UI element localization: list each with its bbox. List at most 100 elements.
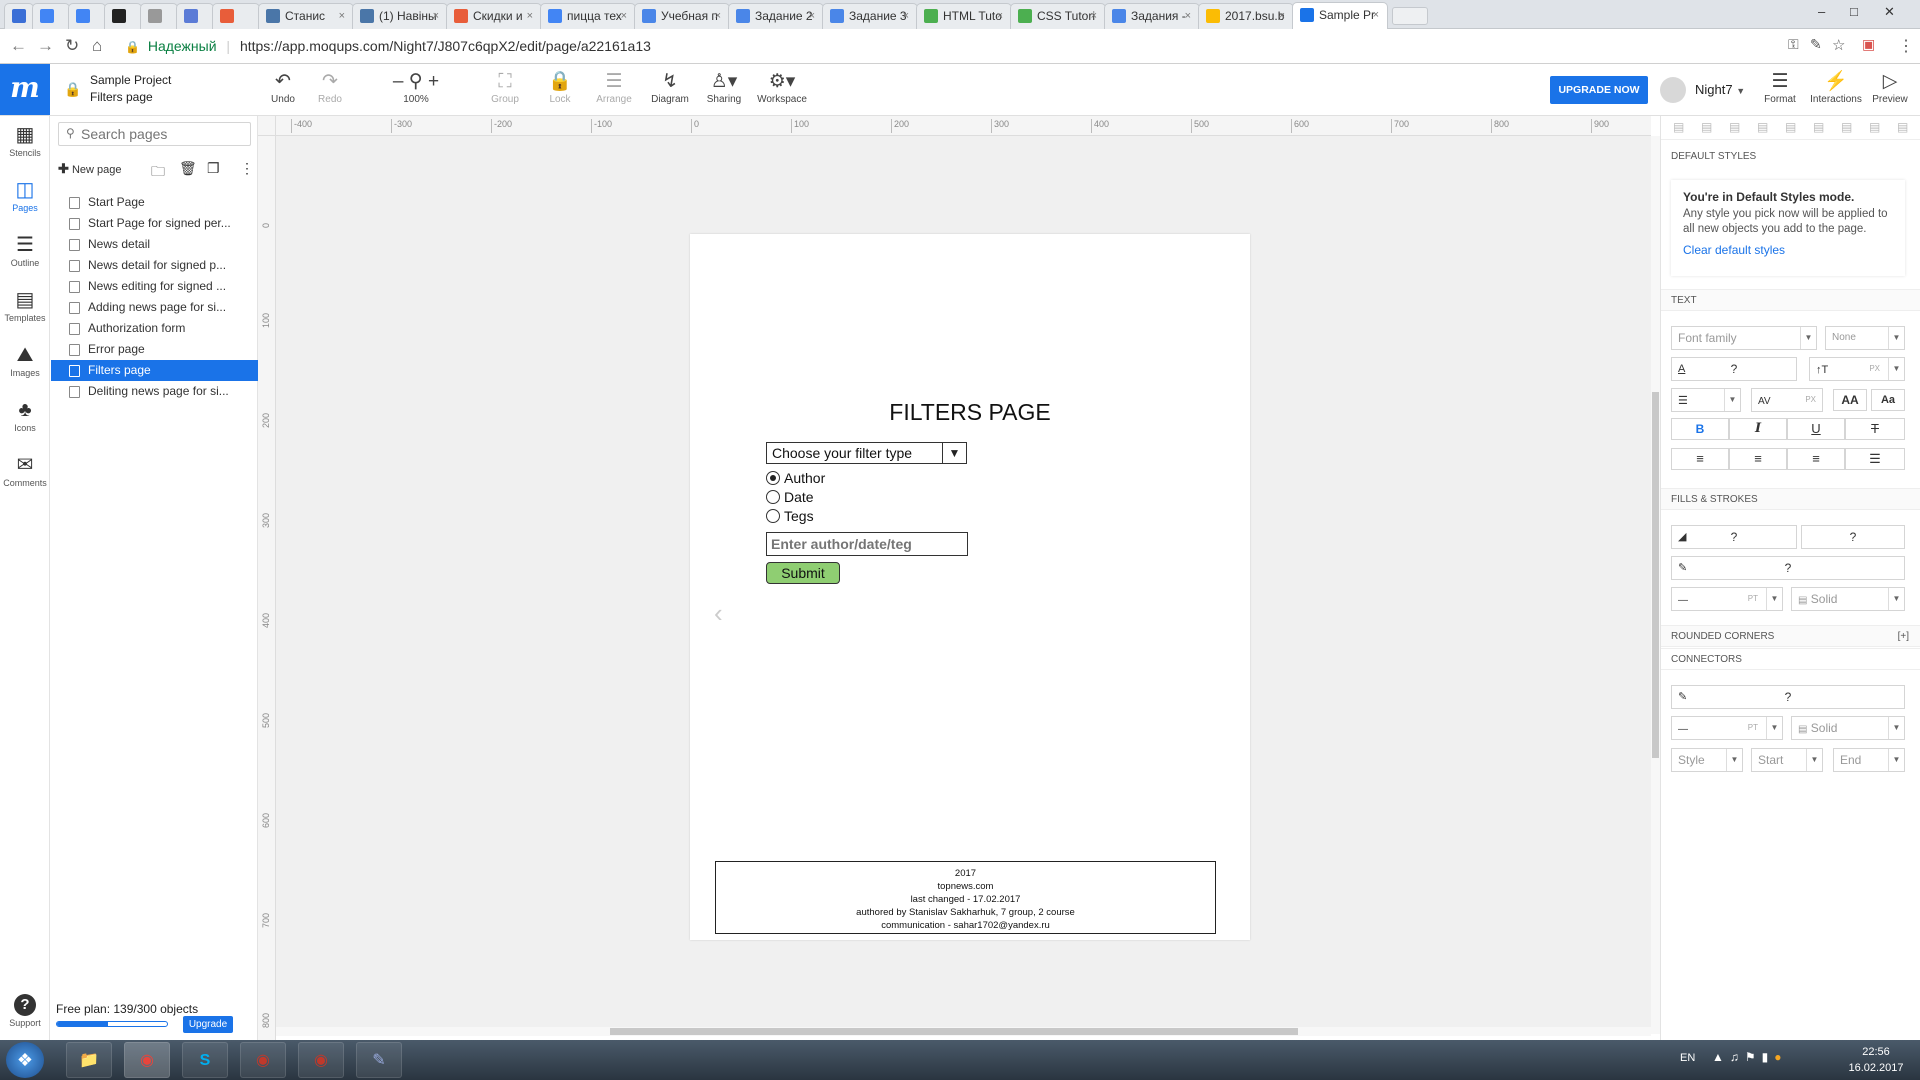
stroke-style-select[interactable]: ▤ Solid ▼ bbox=[1791, 587, 1905, 611]
upgrade-button[interactable]: Upgrade bbox=[183, 1016, 233, 1033]
page-title[interactable]: FILTERS PAGE bbox=[690, 399, 1250, 426]
browser-tab[interactable] bbox=[68, 3, 106, 29]
close-tab-icon[interactable]: × bbox=[433, 4, 439, 28]
rounded-corners-toggle[interactable]: [+] bbox=[1898, 626, 1909, 648]
close-window-icon[interactable]: ✕ bbox=[1884, 4, 1895, 20]
menu-icon[interactable]: ⋮ bbox=[1898, 36, 1914, 56]
new-page-button[interactable]: ✚ New page bbox=[58, 159, 122, 179]
app-logo[interactable]: m bbox=[0, 64, 50, 115]
strikethrough-button[interactable]: T bbox=[1845, 418, 1905, 440]
filter-radio-option[interactable]: Tegs bbox=[766, 508, 814, 526]
redo-button[interactable]: ↷ Redo bbox=[315, 70, 345, 105]
uppercase-button[interactable]: AA bbox=[1833, 389, 1867, 411]
taskbar-skype[interactable]: S bbox=[182, 1042, 228, 1078]
close-tab-icon[interactable]: × bbox=[997, 4, 1003, 28]
taskbar-paint[interactable]: ✎ bbox=[356, 1042, 402, 1078]
vertical-scroll-thumb[interactable] bbox=[1652, 392, 1659, 758]
forward-icon[interactable]: → bbox=[37, 36, 54, 56]
bold-button[interactable]: B bbox=[1671, 418, 1729, 440]
rail-comments[interactable]: ✉ Comments bbox=[0, 452, 50, 488]
browser-tab[interactable] bbox=[140, 3, 178, 29]
underline-button[interactable]: U bbox=[1787, 418, 1845, 440]
browser-tab[interactable]: 2017.bsu.b × bbox=[1198, 3, 1294, 29]
browser-tab[interactable]: Станис × bbox=[258, 3, 354, 29]
upgrade-now-button[interactable]: UPGRADE NOW bbox=[1550, 76, 1648, 104]
page-list-item[interactable]: Authorization form bbox=[51, 318, 258, 339]
close-tab-icon[interactable]: × bbox=[527, 4, 533, 28]
letter-spacing-field[interactable]: AV PX bbox=[1751, 388, 1823, 412]
page-list-item[interactable]: News detail for signed p... bbox=[51, 255, 258, 276]
user-menu[interactable]: Night7 ▼ bbox=[1695, 82, 1745, 97]
new-folder-icon[interactable]: 🗀 bbox=[151, 161, 165, 185]
rounded-corners-heading[interactable]: ROUNDED CORNERS [+] bbox=[1661, 625, 1920, 647]
page-list-item[interactable]: News editing for signed ... bbox=[51, 276, 258, 297]
fill-color-picker[interactable]: ◢? bbox=[1671, 525, 1797, 549]
text-color-picker[interactable]: A? bbox=[1671, 357, 1797, 381]
project-name[interactable]: Sample Project bbox=[90, 73, 171, 87]
duplicate-icon[interactable]: ❐ bbox=[207, 160, 220, 177]
home-icon[interactable]: ⌂ bbox=[92, 36, 102, 56]
reload-icon[interactable]: ↻ bbox=[65, 36, 79, 56]
browser-tab[interactable]: Учебная п × bbox=[634, 3, 730, 29]
browser-tab[interactable]: Задание 2 × bbox=[728, 3, 824, 29]
close-tab-icon[interactable]: × bbox=[903, 4, 909, 28]
align-center-icon[interactable]: ▤ bbox=[1701, 120, 1712, 134]
new-tab-button[interactable] bbox=[1392, 7, 1428, 25]
undo-button[interactable]: ↶ Undo bbox=[268, 70, 298, 105]
filter-type-select[interactable]: Choose your filter type ▼ bbox=[766, 442, 967, 464]
filter-input[interactable] bbox=[771, 535, 961, 553]
font-weight-select[interactable]: None ▼ bbox=[1825, 326, 1905, 350]
start-button[interactable]: ❖ bbox=[6, 1042, 44, 1078]
translate-icon[interactable]: ✎ bbox=[1810, 36, 1822, 53]
align-top-icon[interactable]: ▤ bbox=[1757, 120, 1768, 134]
browser-tab[interactable]: (1) Навіны × bbox=[352, 3, 448, 29]
rail-outline[interactable]: ☰ Outline bbox=[0, 232, 50, 268]
page-list-item[interactable]: Deliting news page for si... bbox=[51, 381, 258, 402]
browser-tab[interactable] bbox=[32, 3, 70, 29]
taskbar-explorer[interactable]: 📁 bbox=[66, 1042, 112, 1078]
minimize-icon[interactable]: – bbox=[1818, 4, 1825, 19]
align-right-icon[interactable]: ▤ bbox=[1729, 120, 1740, 134]
filter-radio-option[interactable]: Date bbox=[766, 489, 814, 507]
close-tab-icon[interactable]: × bbox=[1091, 4, 1097, 28]
search-input[interactable] bbox=[81, 125, 246, 143]
capitalize-button[interactable]: Aa bbox=[1871, 389, 1905, 411]
align-text-left-button[interactable]: ≡ bbox=[1671, 448, 1729, 470]
distribute-horizontal-icon[interactable]: ▤ bbox=[1841, 120, 1852, 134]
rail-icons[interactable]: ♣ Icons bbox=[0, 397, 50, 433]
taskbar-gpu-tweak[interactable]: ◉ bbox=[240, 1042, 286, 1078]
browser-tab[interactable]: Sample Pr × bbox=[1292, 2, 1388, 30]
arrange-button[interactable]: ☰ Arrange bbox=[594, 70, 634, 105]
browser-tab[interactable] bbox=[212, 3, 260, 29]
preview-button[interactable]: ▷ Preview bbox=[1870, 70, 1910, 105]
browser-tab[interactable]: Задание 3 × bbox=[822, 3, 918, 29]
page-list-item[interactable]: Start Page bbox=[51, 192, 258, 213]
chevron-left-icon[interactable]: ‹ bbox=[714, 598, 723, 629]
close-tab-icon[interactable]: × bbox=[1279, 4, 1285, 28]
tray-icons[interactable]: ▲♫⚑▮● bbox=[1712, 1050, 1788, 1064]
browser-tab[interactable] bbox=[176, 3, 214, 29]
clear-default-styles-link[interactable]: Clear default styles bbox=[1683, 243, 1893, 257]
mockup-page[interactable]: FILTERS PAGE Choose your filter type ▼ A… bbox=[690, 234, 1250, 940]
page-list-item[interactable]: Error page bbox=[51, 339, 258, 360]
font-size-field[interactable]: ↑T PX ▼ bbox=[1809, 357, 1905, 381]
radio-button[interactable] bbox=[766, 490, 780, 504]
browser-tab[interactable]: Задания - × bbox=[1104, 3, 1200, 29]
font-family-select[interactable]: Font family ▼ bbox=[1671, 326, 1817, 350]
filter-radio-option[interactable]: Author bbox=[766, 470, 825, 488]
connector-width-field[interactable]: — PT ▼ bbox=[1671, 716, 1783, 740]
browser-tab[interactable] bbox=[4, 3, 34, 29]
horizontal-scrollbar[interactable] bbox=[276, 1027, 1651, 1036]
close-tab-icon[interactable]: × bbox=[1185, 4, 1191, 28]
close-tab-icon[interactable]: × bbox=[715, 4, 721, 28]
more-options-icon[interactable]: ⋮ bbox=[240, 160, 254, 177]
connector-style-select[interactable]: ▤ Solid ▼ bbox=[1791, 716, 1905, 740]
fill-opacity-field[interactable]: ? bbox=[1801, 525, 1905, 549]
browser-tab[interactable]: пицца тех × bbox=[540, 3, 636, 29]
vertical-scrollbar[interactable] bbox=[1651, 136, 1660, 1034]
address-bar[interactable]: 🔒 Надежный | https://app.moqups.com/Nigh… bbox=[125, 33, 1775, 59]
back-icon[interactable]: ← bbox=[10, 36, 27, 56]
connector-color-picker[interactable]: ✎? bbox=[1671, 685, 1905, 709]
italic-button[interactable]: I bbox=[1729, 418, 1787, 440]
connector-start-select[interactable]: Start ▼ bbox=[1751, 748, 1823, 772]
